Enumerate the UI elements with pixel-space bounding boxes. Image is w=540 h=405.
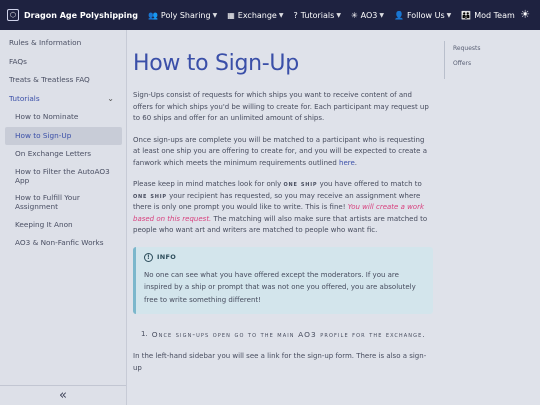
nav-label: Follow Us — [406, 10, 445, 20]
table-of-contents: Requests Offers — [444, 41, 481, 79]
sidebar-item-label: Tutorials — [9, 93, 40, 103]
nav-follow-us[interactable]: 👤 Follow Us ▼ — [394, 11, 451, 20]
nav-label: Exchange — [237, 10, 277, 20]
user-plus-icon: 👤 — [393, 10, 404, 20]
step-text: Once sign-ups open go to the main AO3 pr… — [151, 330, 426, 339]
sidebar-instruction-paragraph: In the left-hand sidebar you will see a … — [133, 352, 427, 372]
sidebar-item-exchange-letters[interactable]: On Exchange Letters — [0, 145, 122, 164]
nav-exchange[interactable]: ▦ Exchange ▼ — [227, 11, 283, 20]
users-icon: 👥 — [147, 10, 158, 20]
logo-icon: ⬡ — [7, 9, 19, 21]
page-title: How to Sign-Up — [133, 51, 299, 76]
sidebar-item-ao3-non-fanfic[interactable]: AO3 & Non-Fanfic Works — [0, 234, 122, 253]
step-item: 1. Once sign-ups open go to the main AO3… — [141, 328, 433, 341]
matching-paragraph: Once sign-ups are complete you will be m… — [133, 135, 433, 170]
chevron-down-icon: ▼ — [278, 11, 284, 19]
collapse-sidebar-button[interactable]: « — [0, 385, 126, 405]
nav-menu: 👥 Poly Sharing ▼ ▦ Exchange ▼ ? Tutorial… — [148, 11, 525, 20]
text-span: . — [354, 158, 358, 167]
emphasis-text: one ship — [283, 180, 318, 188]
intro-paragraph: Sign-Ups consist of requests for which s… — [133, 91, 429, 122]
sidebar-item-tutorials[interactable]: Tutorials ⌄ — [0, 90, 126, 109]
top-navbar: ⬡ Dragon Age Polyshipping 👥 Poly Sharing… — [0, 0, 540, 30]
building-icon: ▦ — [227, 10, 235, 20]
toc-item-offers[interactable]: Offers — [453, 56, 481, 71]
question-icon: ? — [293, 10, 298, 20]
info-header: ! INFO — [144, 252, 424, 262]
step-number: 1. — [141, 330, 148, 338]
sidebar-item-how-to-nominate[interactable]: How to Nominate — [0, 108, 122, 127]
requirements-link[interactable]: here — [339, 159, 355, 167]
nav-mod-team[interactable]: 👪 Mod Team — [461, 11, 515, 20]
sidebar-item-keeping-anon[interactable]: Keeping It Anon — [0, 216, 122, 235]
nav-tutorials[interactable]: ? Tutorials ▼ — [293, 11, 340, 20]
sidebar-item-treats-faq[interactable]: Treats & Treatless FAQ — [0, 71, 126, 90]
nav-poly-sharing[interactable]: 👥 Poly Sharing ▼ — [148, 11, 217, 20]
nav-label: Mod Team — [474, 10, 515, 20]
nav-label: Tutorials — [300, 10, 335, 20]
brand[interactable]: ⬡ Dragon Age Polyshipping — [7, 9, 138, 21]
sidebar-item-fulfill-assignment[interactable]: How to Fulfill Your Assignment — [0, 190, 122, 216]
nav-label: AO3 — [360, 10, 378, 20]
chevron-down-icon: ▼ — [212, 11, 218, 19]
sidebar: Rules & Information FAQs Treats & Treatl… — [0, 30, 127, 405]
chevron-down-icon: ▼ — [336, 11, 341, 19]
sidebar-item-filter-autoao3[interactable]: How to Filter the AutoAO3 App — [0, 164, 122, 190]
ao3-icon: ✳ — [350, 10, 358, 20]
emphasis-text: one ship — [133, 191, 167, 200]
text-span: Please keep in mind matches look for onl… — [133, 180, 284, 188]
nav-label: Poly Sharing — [160, 10, 211, 20]
sun-icon[interactable]: ☀ — [520, 9, 530, 20]
info-callout: ! INFO No one can see what you have offe… — [133, 246, 433, 314]
chevron-down-icon: ▼ — [446, 11, 452, 19]
text-span: you have offered to match to — [317, 180, 422, 188]
nav-ao3[interactable]: ✳ AO3 ▼ — [351, 11, 384, 20]
double-chevron-left-icon: « — [59, 388, 67, 403]
toc-item-requests[interactable]: Requests — [453, 41, 481, 56]
info-title: INFO — [157, 253, 177, 261]
main-content: How to Sign-Up Sign-Ups consist of reque… — [133, 30, 433, 405]
sidebar-item-rules[interactable]: Rules & Information — [0, 34, 126, 53]
sidebar-item-faqs[interactable]: FAQs — [0, 53, 126, 72]
matches-paragraph: Please keep in mind matches look for onl… — [133, 179, 433, 237]
text-span: Once sign-ups are complete you will be m… — [133, 135, 427, 167]
sidebar-item-how-to-sign-up[interactable]: How to Sign-Up — [5, 126, 122, 145]
brand-title: Dragon Age Polyshipping — [24, 10, 138, 20]
chevron-down-icon[interactable]: ⌄ — [107, 90, 114, 109]
info-text: No one can see what you have offered exc… — [144, 270, 416, 304]
chevron-down-icon: ▼ — [379, 11, 384, 19]
team-icon: 👪 — [461, 10, 472, 20]
exclamation-icon: ! — [144, 252, 153, 262]
